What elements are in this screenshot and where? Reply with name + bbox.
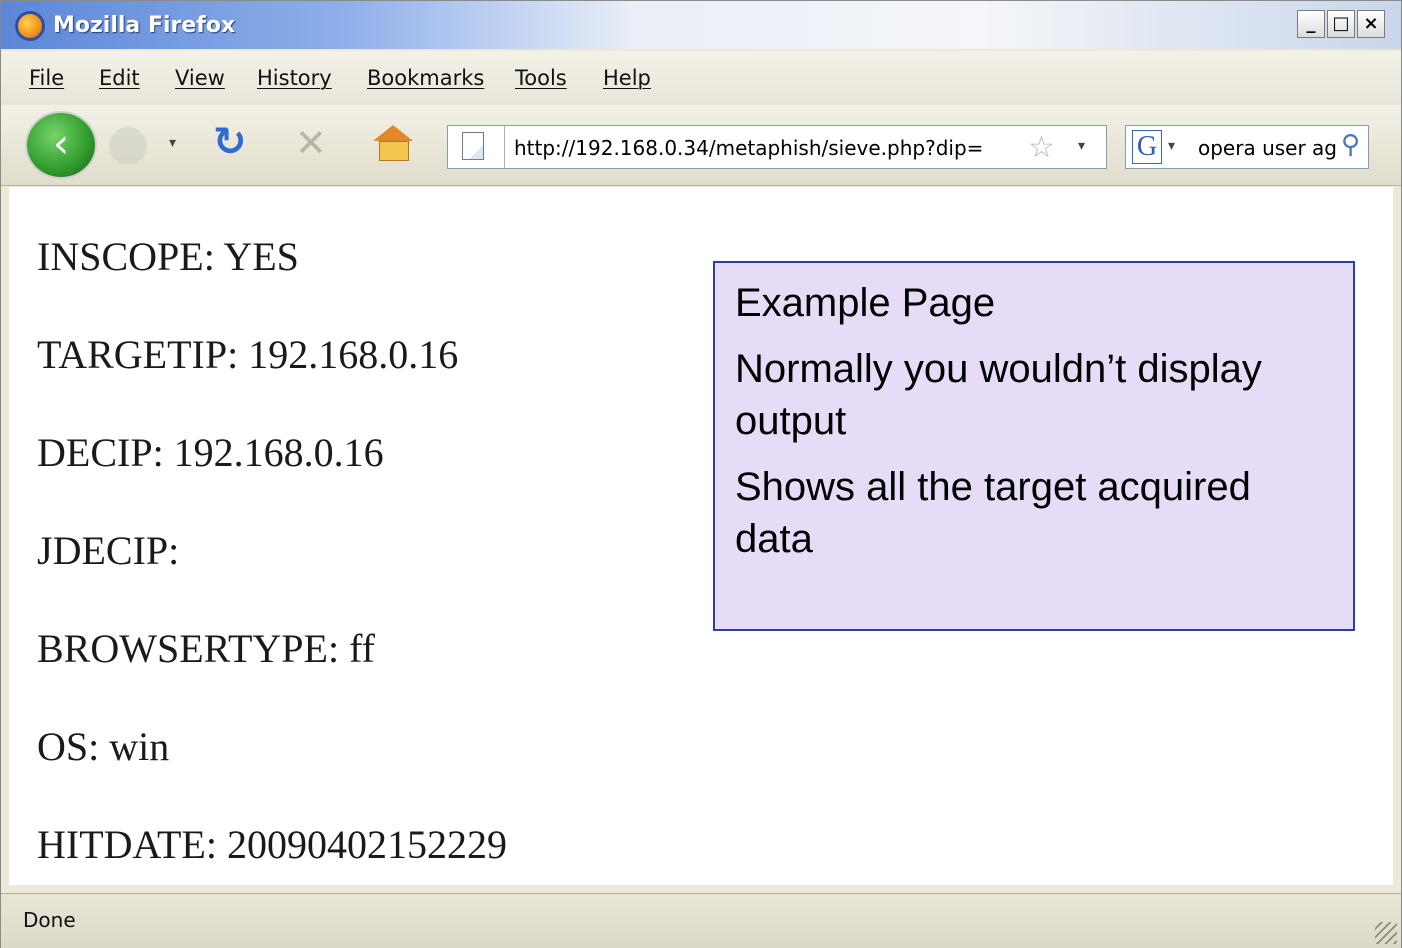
callout-heading: Example Page <box>735 281 996 325</box>
page-icon <box>462 132 484 160</box>
targetip-field: TARGETIP: 192.168.0.16 <box>37 332 459 377</box>
forward-button[interactable] <box>109 127 147 165</box>
history-dropdown-icon[interactable]: ▾ <box>169 135 176 151</box>
menu-history[interactable]: History <box>257 66 332 90</box>
page-content: INSCOPE: YES TARGETIP: 192.168.0.16 DECI… <box>9 187 1393 885</box>
menu-bar: File Edit View History Bookmarks Tools H… <box>1 51 1401 105</box>
callout-line-2: Shows all the target acquired data <box>735 465 1251 561</box>
search-engine-icon[interactable]: G <box>1132 130 1162 164</box>
search-input[interactable]: opera user ag <box>1198 136 1342 160</box>
callout-line-1: Normally you wouldn’t display output <box>735 347 1262 443</box>
menu-bookmarks[interactable]: Bookmarks <box>367 66 484 90</box>
search-icon[interactable]: ⚲ <box>1341 130 1360 160</box>
annotation-callout: Example Page Normally you wouldn’t displ… <box>713 261 1355 631</box>
home-button[interactable] <box>379 141 409 161</box>
browser-window: Mozilla Firefox _ □ × File Edit View His… <box>0 0 1402 948</box>
window-title: Mozilla Firefox <box>53 13 236 38</box>
home-icon[interactable] <box>373 125 413 141</box>
back-button[interactable]: ‹ <box>27 113 95 177</box>
firefox-logo-icon <box>15 11 45 41</box>
url-input[interactable]: http://192.168.0.34/metaphish/sieve.php?… <box>514 136 1019 160</box>
menu-edit[interactable]: Edit <box>99 66 140 90</box>
menu-view[interactable]: View <box>175 66 225 90</box>
menu-file[interactable]: File <box>29 66 64 90</box>
minimize-button[interactable]: _ <box>1297 10 1325 38</box>
search-box[interactable]: G ▾ opera user ag ⚲ <box>1125 125 1369 169</box>
maximize-button[interactable]: □ <box>1327 10 1355 38</box>
url-bar[interactable]: http://192.168.0.34/metaphish/sieve.php?… <box>447 125 1107 169</box>
menu-tools[interactable]: Tools <box>515 66 567 90</box>
close-button[interactable]: × <box>1357 10 1385 38</box>
reload-button[interactable]: ↻ <box>213 119 247 165</box>
navigation-toolbar: ‹ ▾ ↻ ✕ http://192.168.0.34/metaphish/si… <box>1 105 1401 186</box>
engine-dropdown-icon[interactable]: ▾ <box>1168 138 1175 154</box>
browsertype-field: BROWSERTYPE: ff <box>37 626 375 671</box>
jdecip-field: JDECIP: <box>37 528 180 573</box>
resize-grip-icon[interactable] <box>1375 922 1397 944</box>
url-dropdown-icon[interactable]: ▾ <box>1078 138 1085 154</box>
inscope-field: INSCOPE: YES <box>37 234 299 279</box>
url-divider <box>504 126 505 168</box>
bookmark-star-icon[interactable]: ☆ <box>1028 130 1055 165</box>
menu-help[interactable]: Help <box>603 66 651 90</box>
hitdate-field: HITDATE: 20090402152229 <box>37 822 507 867</box>
title-bar[interactable]: Mozilla Firefox _ □ × <box>1 1 1401 49</box>
decip-field: DECIP: 192.168.0.16 <box>37 430 384 475</box>
os-field: OS: win <box>37 724 170 769</box>
status-bar: Done <box>1 893 1401 948</box>
status-text: Done <box>23 908 76 932</box>
stop-button[interactable]: ✕ <box>295 121 327 165</box>
